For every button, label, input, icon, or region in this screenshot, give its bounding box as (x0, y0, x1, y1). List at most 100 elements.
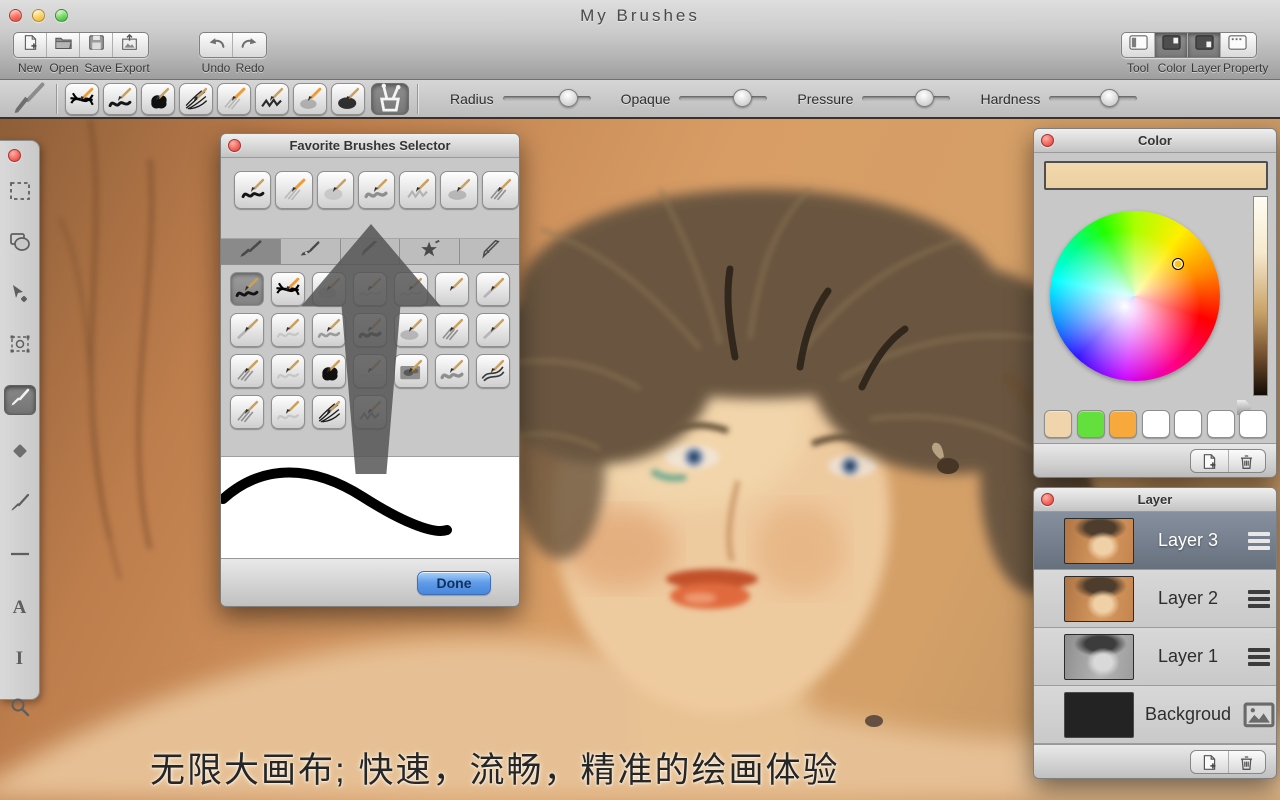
brush-preset-ink-wild[interactable] (65, 82, 99, 115)
color-swatch[interactable] (1239, 410, 1267, 438)
color-swatch[interactable] (1141, 410, 1170, 438)
grid-brush-ink-wild[interactable] (271, 272, 305, 306)
grid-brush-gray-squiggle[interactable] (435, 354, 469, 388)
layer-menu-icon[interactable] (1242, 647, 1276, 666)
tool-transform[interactable] (5, 334, 35, 358)
tool-zoom[interactable] (5, 697, 35, 721)
layer-row[interactable]: Backgroud (1034, 686, 1276, 744)
color-button[interactable] (1155, 33, 1188, 57)
color-wheel[interactable] (1050, 211, 1220, 381)
radius-slider[interactable] (502, 89, 591, 107)
open-button[interactable] (47, 33, 80, 57)
new-button[interactable] (14, 33, 47, 57)
undo-button[interactable] (200, 33, 233, 57)
hardness-slider-thumb[interactable] (1100, 89, 1120, 107)
color-swatch[interactable] (1174, 410, 1202, 438)
grid-brush-pencil-dark[interactable] (353, 313, 387, 347)
layer-button[interactable] (1188, 33, 1221, 57)
favorite-brush-light-zigzag[interactable] (399, 171, 437, 209)
grid-brush-photo-stamp[interactable] (394, 354, 428, 388)
grid-brush-soft-faint[interactable] (312, 272, 346, 306)
tool-eraser[interactable] (5, 442, 35, 466)
delete-swatch-button[interactable] (1229, 450, 1266, 472)
brush-preset-blob-soft[interactable] (331, 82, 365, 115)
color-wheel-selector[interactable] (1172, 258, 1184, 270)
brush-preset-spiky-ink[interactable] (179, 82, 213, 115)
favorite-brush-gray-shade[interactable] (481, 171, 519, 209)
brush-preset-pen-zigzag[interactable] (255, 82, 289, 115)
tab-marker[interactable] (460, 239, 519, 264)
layer-visibility-toggle[interactable] (1034, 648, 1070, 674)
grid-brush-spiky-ink[interactable] (312, 395, 346, 429)
tab-star[interactable] (400, 239, 461, 264)
tab-pen[interactable] (281, 239, 341, 264)
property-button[interactable] (1221, 33, 1254, 57)
grid-brush-black-squiggle[interactable] (230, 272, 264, 306)
grid-brush-gray-shade[interactable] (230, 395, 264, 429)
add-layer-button[interactable] (1191, 751, 1229, 773)
brush-preset-black-squiggle[interactable] (103, 82, 137, 115)
close-selector-button[interactable] (228, 139, 241, 152)
grid-brush-pencil-plain[interactable] (435, 272, 469, 306)
tool-text[interactable]: A (5, 595, 35, 619)
grid-brush-gray-shade[interactable] (435, 313, 469, 347)
tool-shapes[interactable] (5, 232, 35, 256)
grid-brush-gray-shade[interactable] (230, 354, 264, 388)
favorite-brush-soft-faint[interactable] (316, 171, 354, 209)
grid-brush-pencil-light[interactable] (271, 354, 305, 388)
add-swatch-button[interactable] (1191, 450, 1229, 472)
grid-brush-ink-lines[interactable] (476, 354, 510, 388)
radius-slider-thumb[interactable] (558, 89, 578, 107)
layer-menu-icon[interactable] (1242, 589, 1276, 608)
grid-brush-pencil-diag[interactable] (476, 272, 510, 306)
favorite-brush-orange-pencil[interactable] (275, 171, 313, 209)
favorite-brush-gray-squiggle[interactable] (357, 171, 396, 209)
brush-preset-orange-hatch[interactable] (217, 82, 251, 115)
layer-row[interactable]: Layer 2 (1034, 570, 1276, 628)
layer-menu-icon[interactable] (1242, 531, 1276, 550)
layer-row[interactable]: Layer 1 (1034, 628, 1276, 686)
tool-line[interactable] (5, 544, 35, 568)
layer-visibility-toggle[interactable] (1034, 532, 1070, 558)
favorite-brush-soft-shade[interactable] (440, 171, 478, 209)
color-swatch[interactable] (1076, 410, 1105, 438)
close-color-panel-button[interactable] (1041, 134, 1054, 147)
grid-brush-pencil-light[interactable] (394, 272, 428, 306)
layer-visibility-toggle[interactable] (1034, 590, 1070, 616)
hardness-slider[interactable] (1049, 89, 1138, 107)
grid-brush-pencil-light[interactable] (271, 395, 305, 429)
favorite-brush-black-squiggle[interactable] (234, 171, 272, 209)
delete-layer-button[interactable] (1229, 751, 1266, 773)
layer-row[interactable]: Layer 3 (1034, 512, 1276, 570)
layer-visibility-toggle[interactable] (1034, 706, 1070, 732)
grid-brush-pencil-light[interactable] (271, 313, 305, 347)
color-swatch[interactable] (1044, 410, 1072, 438)
grid-brush-pencil-zigzag[interactable] (353, 395, 387, 429)
grid-brush-pencil-diag[interactable] (476, 313, 510, 347)
grid-brush-pencil-diag[interactable] (230, 313, 264, 347)
color-swatch[interactable] (1206, 410, 1235, 438)
tool-button[interactable] (1122, 33, 1155, 57)
tab-paintbrush[interactable] (221, 239, 281, 264)
tool-color-picker[interactable] (5, 493, 35, 517)
favorite-brushes-button[interactable] (371, 82, 409, 115)
close-layer-panel-button[interactable] (1041, 493, 1054, 506)
grid-brush-pencil-light[interactable] (353, 272, 387, 306)
pressure-slider-thumb[interactable] (915, 89, 935, 107)
tool-marquee-select[interactable] (5, 181, 35, 205)
done-button[interactable]: Done (417, 571, 491, 595)
grid-brush-blob[interactable] (312, 354, 346, 388)
opaque-slider[interactable] (679, 89, 768, 107)
color-swatch[interactable] (1109, 410, 1137, 438)
export-button[interactable] (113, 33, 146, 57)
redo-button[interactable] (233, 33, 266, 57)
grid-brush-pencil-scribble[interactable] (312, 313, 346, 347)
tab-pencil[interactable] (341, 239, 401, 264)
brush-preset-orange-shade[interactable] (293, 82, 327, 115)
tool-move[interactable] (5, 283, 35, 307)
save-button[interactable] (80, 33, 113, 57)
tool-paintbrush[interactable] (3, 385, 36, 415)
tool-ibeam[interactable]: I (5, 646, 35, 670)
brush-preset-blob[interactable] (141, 82, 175, 115)
pressure-slider[interactable] (862, 89, 951, 107)
